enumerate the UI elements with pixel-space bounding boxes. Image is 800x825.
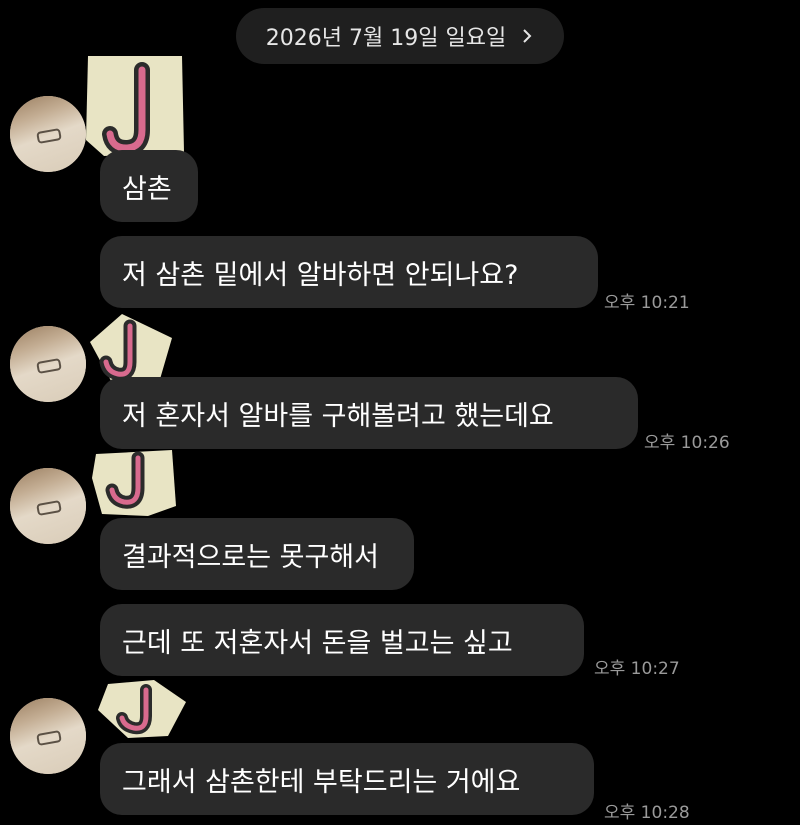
- message-timestamp: 오후 10:27: [594, 659, 680, 679]
- message-bubble[interactable]: 저 혼자서 알바를 구해볼려고 했는데요: [100, 377, 638, 449]
- message-bubble[interactable]: 그래서 삼촌한테 부탁드리는 거에요: [100, 743, 594, 815]
- sender-avatar[interactable]: [10, 698, 86, 774]
- message-bubble[interactable]: 결과적으로는 못구해서: [100, 518, 414, 590]
- letter-j-sticker-icon: [86, 56, 184, 157]
- message-text: 저 혼자서 알바를 구해볼려고 했는데요: [122, 400, 554, 432]
- message-bubble[interactable]: 삼촌: [100, 150, 198, 222]
- date-header-button[interactable]: 2026년 7월 19일 일요일: [236, 8, 564, 64]
- message-timestamp: 오후 10:21: [604, 293, 690, 313]
- sender-avatar[interactable]: [10, 468, 86, 544]
- message-text: 저 삼촌 밑에서 알바하면 안되나요?: [122, 259, 519, 291]
- message-bubble[interactable]: 근데 또 저혼자서 돈을 벌고는 싶고: [100, 604, 584, 676]
- sender-avatar[interactable]: [10, 326, 86, 402]
- message-text: 결과적으로는 못구해서: [122, 541, 379, 573]
- sender-avatar[interactable]: [10, 96, 86, 172]
- message-timestamp: 오후 10:28: [604, 803, 690, 823]
- message-timestamp: 오후 10:26: [644, 433, 730, 453]
- letter-j-sticker-icon: [92, 450, 176, 516]
- message-text: 삼촌: [122, 173, 172, 205]
- message-bubble[interactable]: 저 삼촌 밑에서 알바하면 안되나요?: [100, 236, 598, 308]
- message-text: 근데 또 저혼자서 돈을 벌고는 싶고: [122, 627, 513, 659]
- chevron-right-icon: [523, 29, 532, 43]
- date-label: 2026년 7월 19일 일요일: [265, 26, 507, 51]
- message-text: 그래서 삼촌한테 부탁드리는 거에요: [122, 766, 521, 798]
- letter-j-sticker-icon: [98, 680, 186, 738]
